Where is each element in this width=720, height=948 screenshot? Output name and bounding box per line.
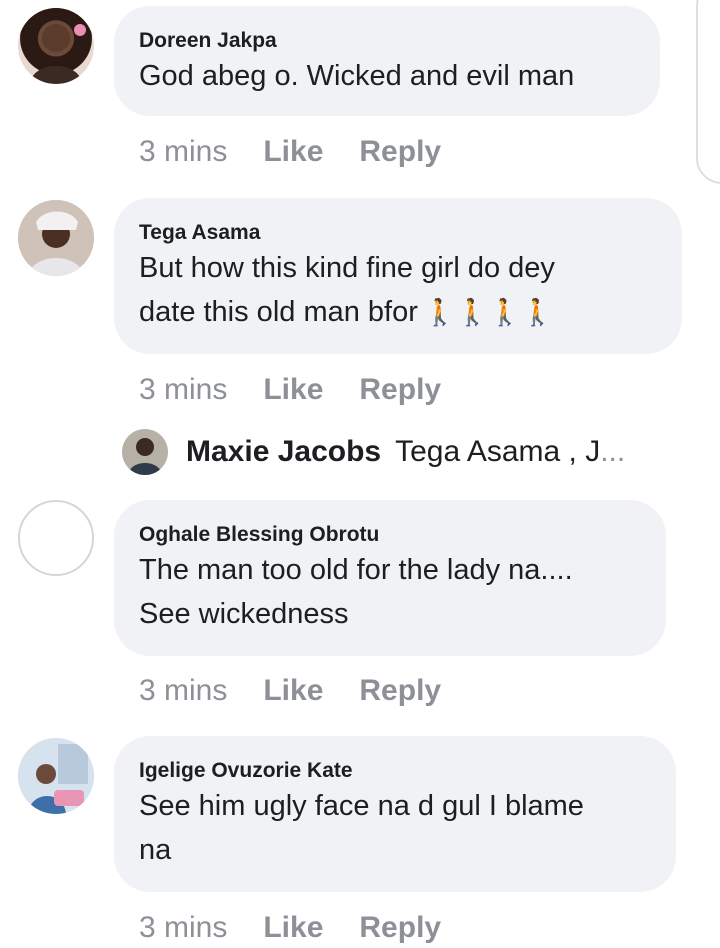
comment-time[interactable]: 3 mins [139,911,227,944]
comment-text-line: God abeg o. Wicked and evil man [139,60,575,92]
comment-text-line: date this old man bfor [139,296,418,328]
avatar[interactable] [18,738,94,814]
reply-button[interactable]: Reply [359,911,441,944]
avatar[interactable] [122,429,168,475]
comment-author[interactable]: Igelige Ovuzorie Kate [139,758,650,784]
comment-meta: 3 mins Like Reply [139,910,441,946]
comment-bubble[interactable]: Doreen Jakpa God abeg o. Wicked and evil… [114,6,660,116]
comment-bubble[interactable]: Oghale Blessing Obrotu The man too old f… [114,500,666,656]
comment-author[interactable]: Tega Asama [139,220,656,246]
avatar-image [122,429,168,475]
comment-time[interactable]: 3 mins [139,373,227,406]
reply-button[interactable]: Reply [359,373,441,406]
walking-person-emoji: 🚶🚶🚶🚶 [423,297,554,327]
comment-author[interactable]: Doreen Jakpa [139,28,634,54]
comment-text-line: The man too old for the lady na.... [139,554,573,586]
reply-preview[interactable]: Maxie Jacobs Tega Asama , J... [122,428,625,476]
avatar[interactable] [18,8,94,84]
comment-meta: 3 mins Like Reply [139,372,441,408]
comment-meta: 3 mins Like Reply [139,673,441,709]
avatar[interactable] [18,500,94,576]
like-button[interactable]: Like [263,373,323,406]
comment-text-line: See wickedness [139,598,349,630]
comment-time[interactable]: 3 mins [139,674,227,707]
reply-ellipsis: ... [600,435,626,468]
side-panel-edge [696,0,720,184]
comment-text-line: But how this kind fine girl do dey [139,252,555,284]
avatar-image [30,24,86,84]
avatar-image [18,200,94,276]
comment-time[interactable]: 3 mins [139,135,227,168]
comment-text-line: See him ugly face na d gul I blame [139,790,584,822]
comment-meta: 3 mins Like Reply [139,134,441,170]
comment-text-line-wrap: date this old man bfor 🚶🚶🚶🚶 [139,290,656,334]
reply-text: Tega Asama , J [395,435,601,468]
avatar-image [18,738,94,814]
like-button[interactable]: Like [263,911,323,944]
reply-author[interactable]: Maxie Jacobs [186,435,381,469]
reply-button[interactable]: Reply [359,135,441,168]
comment-bubble[interactable]: Igelige Ovuzorie Kate See him ugly face … [114,736,676,892]
reply-button[interactable]: Reply [359,674,441,707]
comment-bubble[interactable]: Tega Asama But how this kind fine girl d… [114,198,682,354]
avatar[interactable] [18,200,94,276]
comment-text-line: na [139,834,172,866]
like-button[interactable]: Like [263,674,323,707]
comment-author[interactable]: Oghale Blessing Obrotu [139,522,640,548]
like-button[interactable]: Like [263,135,323,168]
